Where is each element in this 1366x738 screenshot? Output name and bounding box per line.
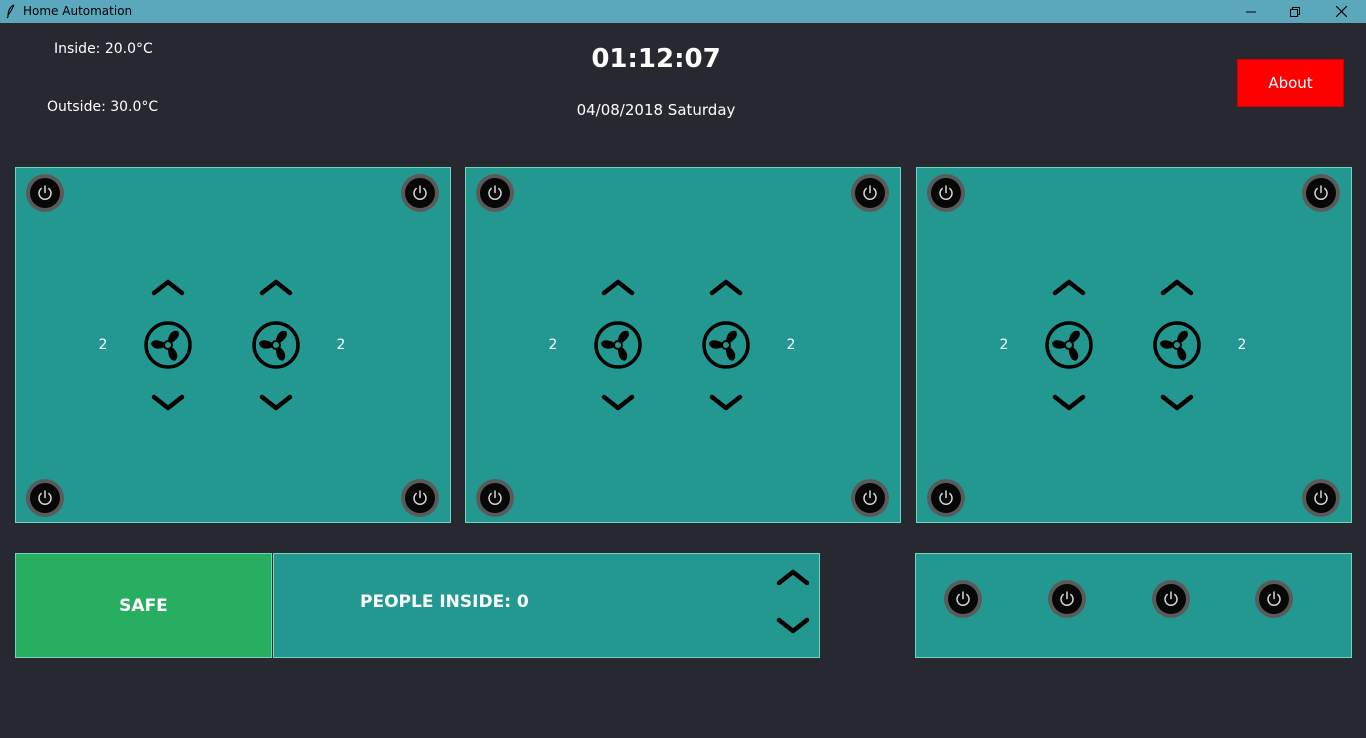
power-icon xyxy=(488,185,502,200)
fan-icon[interactable] xyxy=(1152,320,1202,370)
minimize-icon xyxy=(1246,11,1256,12)
power-icon xyxy=(1060,591,1074,606)
fan-speed-level: 2 xyxy=(786,337,796,353)
power-icon xyxy=(38,185,52,200)
room-panel-2: 22 xyxy=(465,167,901,523)
title-bar: Home Automation xyxy=(0,0,1366,23)
chevron-up-icon[interactable] xyxy=(776,568,810,586)
power-icon xyxy=(939,490,953,505)
chevron-down-icon[interactable] xyxy=(709,394,743,412)
close-button[interactable] xyxy=(1318,0,1364,23)
room-power-button[interactable] xyxy=(476,174,514,212)
power-icon xyxy=(413,490,427,505)
chevron-up-icon[interactable] xyxy=(1052,278,1086,296)
room-panel-1: 22 xyxy=(15,167,451,523)
maximize-icon xyxy=(1290,6,1300,17)
power-icon xyxy=(956,591,970,606)
power-icon xyxy=(1314,185,1328,200)
light-power-button[interactable] xyxy=(1048,580,1086,618)
fan-speed-level: 2 xyxy=(1237,337,1247,353)
minimize-button[interactable] xyxy=(1228,0,1274,23)
room-power-button[interactable] xyxy=(851,479,889,517)
people-counter-panel: PEOPLE INSIDE: 0 xyxy=(273,553,820,658)
chevron-up-icon[interactable] xyxy=(709,278,743,296)
lights-panel xyxy=(915,553,1352,658)
fan-icon[interactable] xyxy=(593,320,643,370)
fan-icon[interactable] xyxy=(701,320,751,370)
light-power-button[interactable] xyxy=(1255,580,1293,618)
fan-icon[interactable] xyxy=(1044,320,1094,370)
power-icon xyxy=(1267,591,1281,606)
chevron-down-icon[interactable] xyxy=(776,617,810,635)
room-power-button[interactable] xyxy=(1302,479,1340,517)
chevron-up-icon[interactable] xyxy=(151,278,185,296)
room-power-button[interactable] xyxy=(401,479,439,517)
chevron-down-icon[interactable] xyxy=(151,394,185,412)
power-icon xyxy=(1164,591,1178,606)
power-icon xyxy=(38,490,52,505)
power-icon xyxy=(863,185,877,200)
room-power-button[interactable] xyxy=(26,479,64,517)
room-power-button[interactable] xyxy=(476,479,514,517)
chevron-up-icon[interactable] xyxy=(1160,278,1194,296)
light-power-button[interactable] xyxy=(944,580,982,618)
fan-icon[interactable] xyxy=(251,320,301,370)
power-icon xyxy=(863,490,877,505)
clock-time: 01:12:07 xyxy=(591,44,721,74)
security-status: SAFE xyxy=(15,553,272,658)
chevron-down-icon[interactable] xyxy=(1160,394,1194,412)
power-icon xyxy=(939,185,953,200)
room-power-button[interactable] xyxy=(401,174,439,212)
fan-icon[interactable] xyxy=(143,320,193,370)
feather-icon xyxy=(6,4,15,19)
chevron-down-icon[interactable] xyxy=(601,394,635,412)
chevron-up-icon[interactable] xyxy=(259,278,293,296)
window-title: Home Automation xyxy=(23,4,133,18)
about-button[interactable]: About xyxy=(1237,59,1344,107)
maximize-button[interactable] xyxy=(1272,0,1318,23)
chevron-up-icon[interactable] xyxy=(601,278,635,296)
date-display: 04/08/2018 Saturday xyxy=(576,101,736,119)
fan-speed-level: 2 xyxy=(98,337,108,353)
power-icon xyxy=(413,185,427,200)
people-inside-label: PEOPLE INSIDE: 0 xyxy=(360,592,529,612)
chevron-down-icon[interactable] xyxy=(259,394,293,412)
close-icon xyxy=(1335,6,1347,17)
room-power-button[interactable] xyxy=(851,174,889,212)
room-power-button[interactable] xyxy=(927,174,965,212)
fan-speed-level: 2 xyxy=(548,337,558,353)
room-panel-3: 22 xyxy=(916,167,1352,523)
light-power-button[interactable] xyxy=(1152,580,1190,618)
power-icon xyxy=(1314,490,1328,505)
power-icon xyxy=(488,490,502,505)
room-power-button[interactable] xyxy=(26,174,64,212)
outside-temperature: Outside: 30.0°C xyxy=(47,99,159,115)
fan-speed-level: 2 xyxy=(999,337,1009,353)
room-power-button[interactable] xyxy=(1302,174,1340,212)
room-power-button[interactable] xyxy=(927,479,965,517)
fan-speed-level: 2 xyxy=(336,337,346,353)
inside-temperature: Inside: 20.0°C xyxy=(54,41,153,57)
chevron-down-icon[interactable] xyxy=(1052,394,1086,412)
